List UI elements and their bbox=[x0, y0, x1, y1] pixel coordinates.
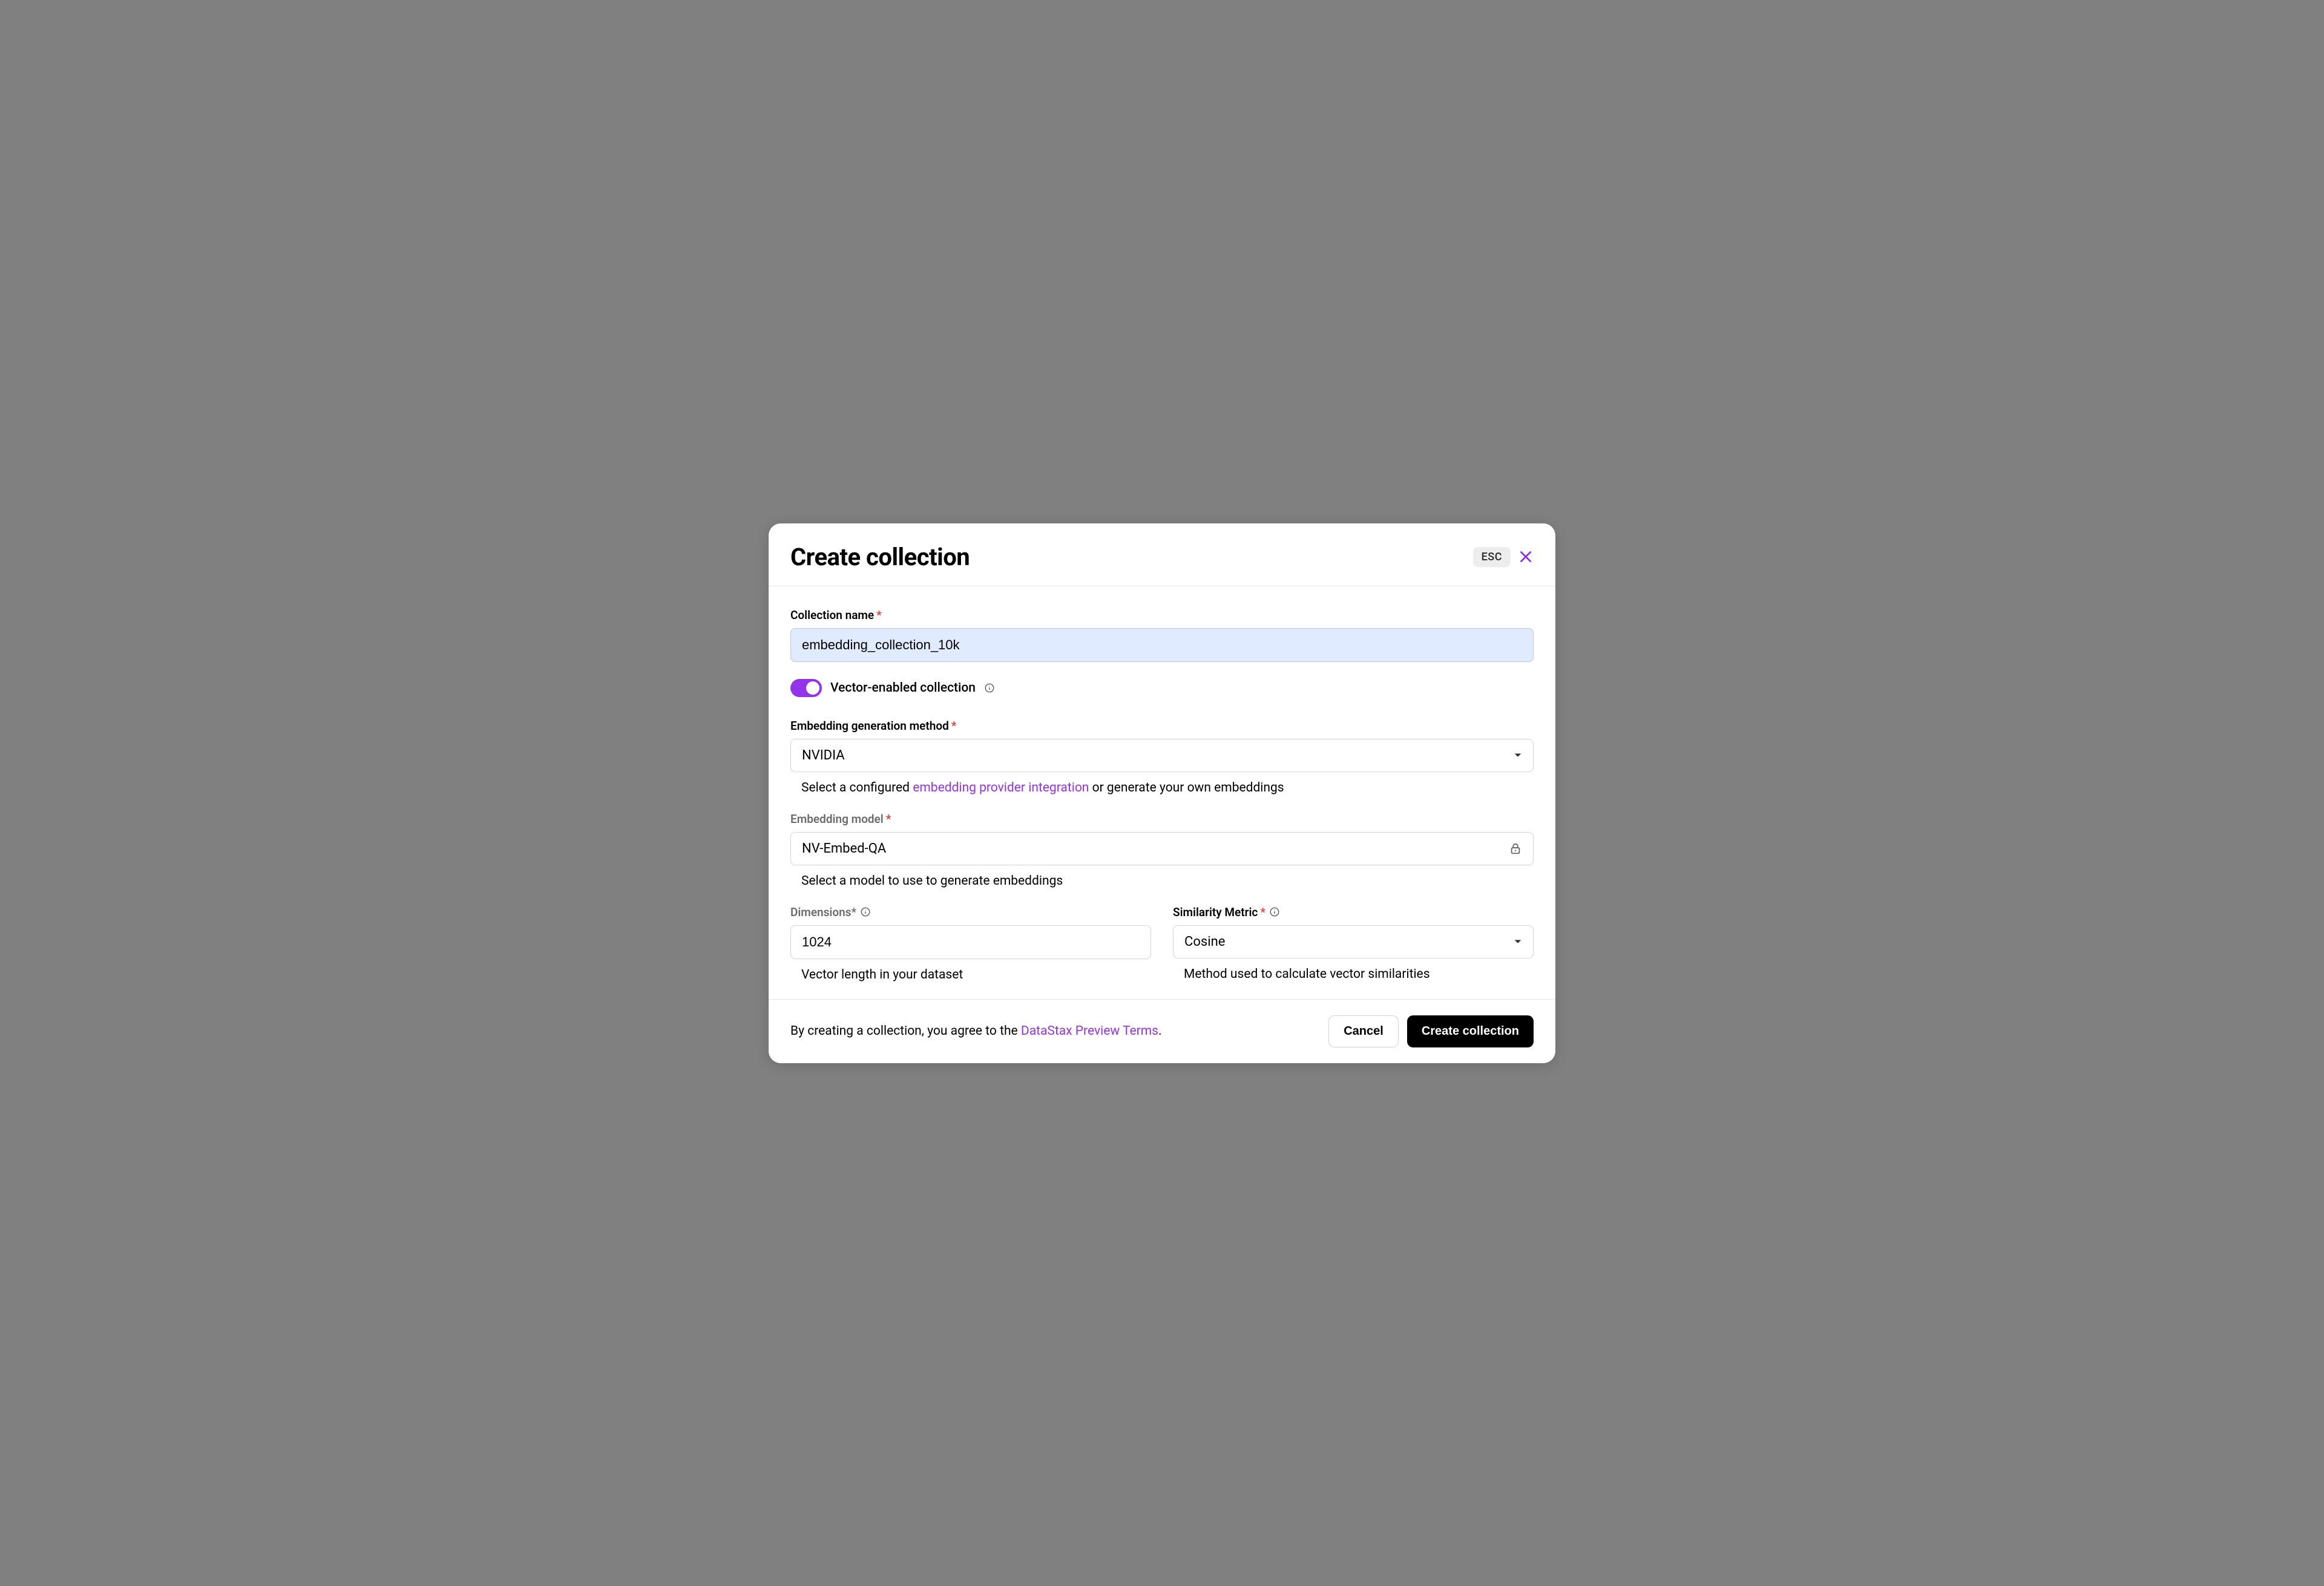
vector-toggle-label: Vector-enabled collection bbox=[830, 681, 976, 695]
modal-header: Create collection ESC bbox=[769, 523, 1555, 586]
collection-name-field: Collection name* bbox=[790, 608, 1534, 662]
helper-suffix: or generate your own embeddings bbox=[1089, 781, 1284, 795]
embedding-method-label-text: Embedding generation method bbox=[790, 719, 949, 733]
modal-body: Collection name* Vector-enabled collecti… bbox=[769, 586, 1555, 999]
embedding-model-helper: Select a model to use to generate embedd… bbox=[790, 874, 1534, 888]
similarity-helper: Method used to calculate vector similari… bbox=[1173, 967, 1534, 981]
close-icon[interactable] bbox=[1518, 549, 1534, 565]
collection-name-input[interactable] bbox=[790, 628, 1534, 662]
dimensions-helper: Vector length in your dataset bbox=[790, 968, 1151, 982]
similarity-selected: Cosine bbox=[1184, 934, 1225, 949]
required-star: * bbox=[886, 812, 891, 826]
info-icon[interactable] bbox=[984, 683, 995, 693]
vector-toggle-row: Vector-enabled collection bbox=[790, 679, 1534, 697]
similarity-select[interactable]: Cosine bbox=[1173, 925, 1534, 958]
embedding-model-label: Embedding model* bbox=[790, 812, 1534, 826]
required-star: * bbox=[951, 719, 957, 733]
esc-badge[interactable]: ESC bbox=[1473, 547, 1511, 567]
dimensions-field: Dimensions* Vector length in your datase… bbox=[790, 905, 1151, 982]
dimensions-similarity-row: Dimensions* Vector length in your datase… bbox=[790, 905, 1534, 982]
similarity-field: Similarity Metric* Cosine M bbox=[1173, 905, 1534, 982]
embedding-method-select[interactable]: NVIDIA bbox=[790, 739, 1534, 772]
embedding-model-field: Embedding model* NV-Embed-QA Select a mo… bbox=[790, 812, 1534, 888]
cancel-button[interactable]: Cancel bbox=[1328, 1015, 1399, 1047]
modal-close-group: ESC bbox=[1473, 547, 1534, 567]
lock-icon bbox=[1509, 842, 1522, 855]
footer-terms: By creating a collection, you agree to t… bbox=[790, 1024, 1162, 1038]
vector-enabled-toggle[interactable] bbox=[790, 679, 822, 697]
footer-buttons: Cancel Create collection bbox=[1328, 1015, 1534, 1047]
required-star: * bbox=[876, 608, 882, 622]
embedding-model-select: NV-Embed-QA bbox=[790, 832, 1534, 865]
embedding-method-selected: NVIDIA bbox=[802, 748, 845, 763]
collection-name-label-text: Collection name bbox=[790, 608, 874, 622]
info-icon[interactable] bbox=[860, 906, 871, 917]
chevron-down-icon bbox=[1514, 751, 1522, 759]
embedding-model-selected: NV-Embed-QA bbox=[802, 841, 886, 856]
create-collection-button[interactable]: Create collection bbox=[1407, 1015, 1534, 1047]
collection-name-label: Collection name* bbox=[790, 608, 1534, 622]
dimensions-label-text: Dimensions* bbox=[790, 905, 856, 919]
chevron-down-icon bbox=[1514, 937, 1522, 946]
embedding-method-label: Embedding generation method* bbox=[790, 719, 1534, 733]
embedding-provider-link[interactable]: embedding provider integration bbox=[913, 781, 1089, 795]
dimensions-input[interactable] bbox=[790, 925, 1151, 959]
create-collection-modal: Create collection ESC Collection name* V… bbox=[769, 523, 1555, 1063]
dimensions-label: Dimensions* bbox=[790, 905, 1151, 919]
terms-prefix: By creating a collection, you agree to t… bbox=[790, 1024, 1021, 1038]
toggle-knob bbox=[806, 681, 819, 695]
modal-footer: By creating a collection, you agree to t… bbox=[769, 999, 1555, 1063]
terms-link[interactable]: DataStax Preview Terms bbox=[1021, 1024, 1158, 1038]
modal-title: Create collection bbox=[790, 543, 970, 571]
embedding-method-helper: Select a configured embedding provider i… bbox=[790, 781, 1534, 795]
required-star: * bbox=[1260, 905, 1265, 919]
similarity-label-text: Similarity Metric bbox=[1173, 905, 1258, 919]
info-icon[interactable] bbox=[1269, 906, 1280, 917]
embedding-model-label-text: Embedding model bbox=[790, 812, 884, 826]
embedding-method-field: Embedding generation method* NVIDIA Sele… bbox=[790, 719, 1534, 795]
helper-prefix: Select a configured bbox=[801, 781, 913, 795]
terms-suffix: . bbox=[1158, 1024, 1162, 1038]
similarity-label: Similarity Metric* bbox=[1173, 905, 1534, 919]
